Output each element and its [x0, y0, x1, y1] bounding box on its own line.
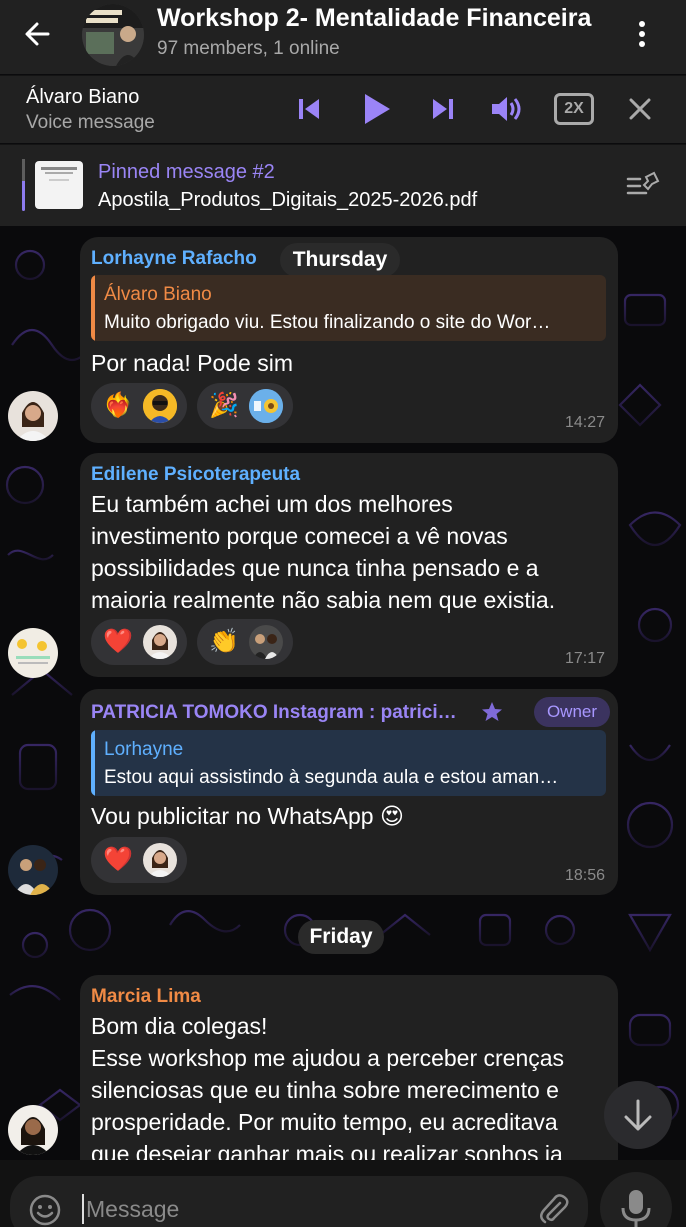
- message-input[interactable]: [82, 1194, 522, 1224]
- player-sender-name: Álvaro Biano: [26, 86, 140, 108]
- voice-player-bar: Álvaro Biano Voice message 2X: [0, 75, 686, 143]
- microphone-icon: [621, 1190, 651, 1227]
- reply-sender: Lorhayne: [104, 739, 184, 760]
- user-photo: [8, 845, 58, 895]
- pinned-indicator-dim: [22, 159, 25, 181]
- pinned-message-bar[interactable]: Pinned message #2 Apostila_Produtos_Digi…: [0, 144, 686, 226]
- scroll-down-button[interactable]: [604, 1081, 672, 1149]
- reactor-photo: [249, 625, 283, 659]
- reactor-avatar: [249, 389, 283, 423]
- reactor-avatar: [143, 625, 177, 659]
- date-chip: Friday: [298, 920, 384, 954]
- group-avatar-image: [82, 4, 144, 66]
- more-options-icon[interactable]: [630, 16, 654, 52]
- sender-name[interactable]: Marcia Lima: [91, 986, 201, 1008]
- user-avatar[interactable]: [8, 391, 58, 441]
- message-bubble[interactable]: PATRICIA TOMOKO Instagram : patrici… Own…: [80, 689, 618, 895]
- message-bubble[interactable]: Marcia Lima Bom dia colegas! Esse worksh…: [80, 975, 618, 1175]
- reply-bar: [91, 275, 95, 341]
- reaction-emoji: ❤️: [103, 846, 133, 873]
- reactor-photo: [143, 625, 177, 659]
- reaction-chip[interactable]: ❤️‍🔥: [91, 383, 187, 429]
- user-avatar[interactable]: [8, 1105, 58, 1155]
- reactor-avatar: [249, 625, 283, 659]
- star-icon: [482, 702, 502, 721]
- document-preview-icon: [41, 167, 77, 181]
- reaction-emoji: ❤️‍🔥: [103, 392, 133, 419]
- composer-bar: [0, 1160, 686, 1227]
- reaction-emoji: 🎉: [209, 392, 239, 419]
- member-count: 97 members, 1 online: [157, 38, 340, 59]
- pinned-document-thumbnail: [35, 161, 83, 209]
- volume-icon[interactable]: [490, 93, 526, 125]
- next-track-icon[interactable]: [430, 96, 456, 122]
- owner-badge: Owner: [534, 697, 610, 727]
- sender-name[interactable]: PATRICIA TOMOKO Instagram : patrici…: [91, 702, 457, 724]
- pinned-list-icon[interactable]: [626, 171, 660, 199]
- message-text: Por nada! Pode sim: [91, 350, 294, 376]
- message-input-container: [10, 1176, 588, 1227]
- message-time: 18:56: [564, 867, 605, 884]
- previous-track-icon[interactable]: [296, 96, 322, 122]
- reply-sender: Álvaro Biano: [104, 284, 212, 305]
- reactor-photo: [143, 389, 177, 423]
- message-text: Eu também achei um dos melhores investim…: [91, 491, 556, 613]
- user-avatar[interactable]: [8, 628, 58, 678]
- pinned-text: Apostila_Produtos_Digitais_2025-2026.pdf: [98, 189, 478, 211]
- reaction-chip[interactable]: ❤️: [91, 837, 187, 883]
- reaction-chip[interactable]: ❤️: [91, 619, 187, 665]
- reply-quote[interactable]: Lorhayne Estou aqui assistindo à segunda…: [91, 730, 606, 796]
- attach-icon[interactable]: [538, 1194, 570, 1226]
- message-time: 17:17: [564, 650, 605, 667]
- message-text: Vou publicitar no WhatsApp 😍: [91, 803, 404, 829]
- message-bubble[interactable]: Lorhayne Rafacho Thursday Álvaro Biano M…: [80, 237, 618, 443]
- reactor-photo: [249, 389, 283, 423]
- user-photo: [8, 391, 58, 441]
- playback-speed-button[interactable]: 2X: [554, 93, 594, 125]
- reaction-emoji: ❤️: [103, 628, 133, 655]
- arrow-down-icon: [624, 1099, 652, 1131]
- reply-bar: [91, 730, 95, 796]
- reaction-emoji: 👏: [209, 628, 239, 655]
- reply-quote[interactable]: Álvaro Biano Muito obrigado viu. Estou f…: [91, 275, 606, 341]
- voice-record-button[interactable]: [600, 1172, 672, 1227]
- chat-title[interactable]: Workshop 2- Mentalidade Financeira: [157, 4, 591, 33]
- date-chip: Thursday: [280, 243, 400, 277]
- reactor-avatar: [143, 389, 177, 423]
- reaction-chip[interactable]: 🎉: [197, 383, 293, 429]
- message-text: Bom dia colegas! Esse workshop me ajudou…: [91, 1013, 565, 1160]
- close-player-icon[interactable]: [628, 97, 652, 121]
- reaction-chip[interactable]: 👏: [197, 619, 293, 665]
- message-bubble[interactable]: Edilene Psicoterapeuta Eu também achei u…: [80, 453, 618, 677]
- chat-header: Workshop 2- Mentalidade Financeira 97 me…: [0, 0, 686, 74]
- emoji-icon[interactable]: [28, 1193, 62, 1227]
- sender-name[interactable]: Edilene Psicoterapeuta: [91, 464, 300, 486]
- user-photo: [8, 628, 58, 678]
- chat-avatar[interactable]: [82, 4, 144, 66]
- player-subtitle: Voice message: [26, 112, 155, 133]
- user-photo: [8, 1105, 58, 1155]
- message-time: 14:27: [564, 414, 605, 431]
- play-icon[interactable]: [362, 92, 392, 126]
- sender-name[interactable]: Lorhayne Rafacho: [91, 248, 257, 270]
- back-arrow-icon[interactable]: [18, 14, 58, 54]
- user-avatar[interactable]: [8, 845, 58, 895]
- pinned-title: Pinned message #2: [98, 161, 275, 183]
- reply-text: Muito obrigado viu. Estou finalizando o …: [104, 312, 551, 333]
- reply-text: Estou aqui assistindo à segunda aula e e…: [104, 767, 559, 788]
- reactor-photo: [143, 843, 177, 877]
- reactor-avatar: [143, 843, 177, 877]
